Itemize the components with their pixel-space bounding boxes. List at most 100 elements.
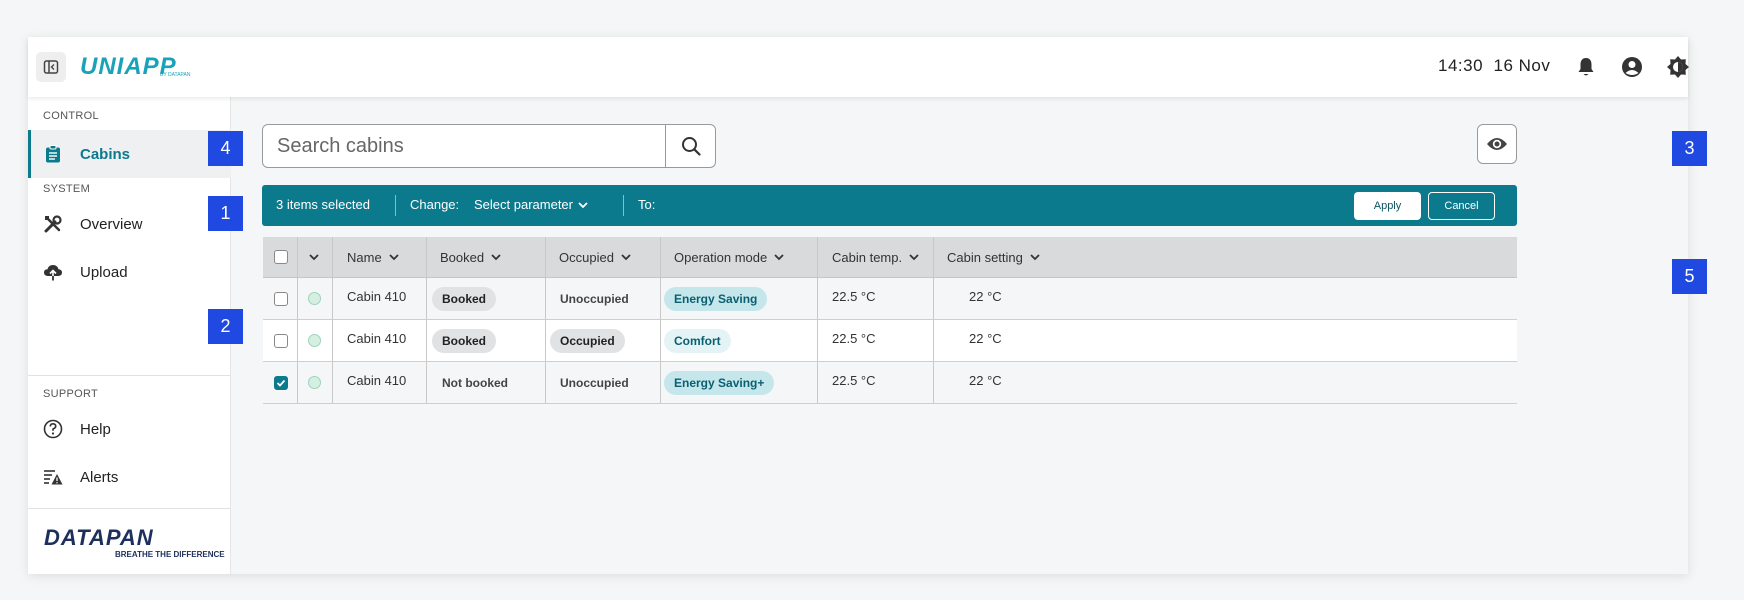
view-options-button[interactable] [1477, 124, 1517, 164]
column-divider [933, 237, 934, 277]
mode-badge: Comfort [664, 328, 731, 353]
chevron-down-icon [774, 254, 784, 261]
bell-icon [1578, 58, 1594, 76]
status-dot [308, 334, 321, 347]
column-header-cabin-setting[interactable]: Cabin setting [947, 237, 1041, 277]
search-button[interactable] [665, 124, 716, 168]
sidebar-item-help[interactable]: Help [28, 405, 231, 453]
column-header-label: Name [347, 249, 382, 265]
table-row[interactable]: Cabin 410 Booked Unoccupied Energy Savin… [263, 278, 1517, 320]
mode-badge: Energy Saving [664, 286, 768, 311]
table-row[interactable]: Cabin 410 Not booked Unoccupied Energy S… [263, 362, 1517, 404]
clock-time: 14:30 [1438, 56, 1484, 75]
booked-badge: Not booked [442, 375, 508, 390]
occupied-badge: Occupied [550, 328, 625, 353]
change-label: Change: [410, 197, 460, 212]
cabin-temp: 22.5 °C [832, 373, 876, 388]
cabin-setting: 22 °C [969, 373, 1002, 388]
column-header-occupied[interactable]: Occupied [559, 237, 632, 277]
table-header: Name Booked Occupied Operation mode Cabi… [263, 237, 1517, 278]
sidebar-divider [28, 508, 231, 509]
status-indicator [308, 278, 321, 319]
sidebar-item-label: Alerts [80, 468, 119, 486]
column-divider [426, 320, 427, 361]
column-divider [297, 237, 298, 277]
checkbox-box [274, 375, 288, 390]
cabin-name: Cabin 410 [347, 373, 407, 388]
sidebar-item-alerts[interactable]: Alerts [28, 453, 231, 501]
selection-count: 3 items selected [276, 197, 370, 212]
column-divider [545, 320, 546, 361]
cabin-setting: 22 °C [969, 331, 1002, 346]
row-checkbox[interactable] [274, 362, 288, 403]
notifications-button[interactable] [1573, 54, 1599, 80]
callout-marker: 2 [208, 309, 243, 344]
mode-cell: Energy Saving+ [664, 362, 775, 403]
cabin-setting: 22 °C [969, 289, 1002, 304]
clock-date: 16 Nov [1493, 56, 1551, 75]
column-header-cabin-temp[interactable]: Cabin temp. [832, 237, 920, 277]
sidebar-item-cabins[interactable]: Cabins [28, 130, 231, 178]
help-icon [42, 418, 64, 440]
status-dot [308, 376, 321, 389]
sidebar-toggle-button[interactable] [36, 52, 66, 82]
sidebar-item-label: Overview [80, 215, 143, 233]
column-divider [660, 362, 661, 403]
sidebar-item-upload[interactable]: Upload [28, 248, 231, 296]
cancel-button[interactable]: Cancel [1428, 192, 1495, 220]
section-label-system: SYSTEM [43, 183, 91, 195]
column-header-booked[interactable]: Booked [440, 237, 502, 277]
bulk-action-bar: 3 items selected Change: Select paramete… [262, 185, 1517, 226]
sidebar-collapse-icon [43, 60, 59, 74]
booked-badge: Booked [432, 328, 497, 353]
chevron-down-icon [1030, 254, 1040, 261]
occupied-cell: Unoccupied [550, 362, 639, 403]
search-field[interactable] [262, 124, 666, 168]
column-divider [817, 320, 818, 361]
occupied-cell: Occupied [550, 320, 625, 361]
column-divider [426, 237, 427, 277]
occupied-cell: Unoccupied [550, 278, 639, 319]
apply-button[interactable]: Apply [1354, 192, 1421, 220]
column-divider [933, 320, 934, 361]
theme-toggle-button[interactable] [1665, 54, 1691, 80]
app-logo-sub: BY DATAPAN [160, 72, 191, 78]
status-indicator [308, 320, 321, 361]
column-divider [297, 320, 298, 361]
search-icon [681, 137, 701, 156]
cabin-name: Cabin 410 [347, 331, 407, 346]
cabin-name: Cabin 410 [347, 289, 407, 304]
booked-cell: Booked [432, 320, 497, 361]
parameter-select[interactable]: Select parameter [474, 197, 589, 212]
action-divider [623, 195, 624, 216]
account-button[interactable] [1619, 54, 1645, 80]
sidebar-item-overview[interactable]: Overview [28, 200, 231, 248]
row-checkbox[interactable] [274, 320, 288, 361]
sidebar-item-label: Upload [80, 263, 128, 281]
column-divider [297, 278, 298, 319]
expand-all-toggle[interactable] [308, 237, 320, 277]
chevron-down-icon [389, 254, 399, 261]
callout-marker: 5 [1672, 259, 1707, 294]
chevron-down-icon [309, 254, 319, 261]
app-window: UNIAPP BY DATAPAN 14:30 16 Nov CONTROL C… [28, 37, 1691, 574]
column-header-operation-mode[interactable]: Operation mode [674, 237, 785, 277]
column-header-name[interactable]: Name [347, 237, 400, 277]
eye-icon [1487, 138, 1507, 150]
column-header-label: Cabin setting [947, 249, 1023, 265]
column-divider [426, 362, 427, 403]
column-divider [545, 237, 546, 277]
checkmark-icon [276, 379, 286, 387]
search-input[interactable] [263, 125, 665, 167]
brand-tagline: BREATHE THE DIFFERENCE [115, 550, 225, 559]
chevron-down-icon [621, 254, 631, 261]
user-icon [1622, 57, 1642, 77]
top-bar: UNIAPP BY DATAPAN 14:30 16 Nov [28, 37, 1691, 97]
row-checkbox[interactable] [274, 278, 288, 319]
clipboard-icon [42, 143, 64, 165]
select-all-checkbox[interactable] [274, 237, 288, 277]
table-row[interactable]: Cabin 410 Booked Occupied Comfort 22.5 °… [263, 320, 1517, 362]
column-divider [332, 362, 333, 403]
status-dot [308, 292, 321, 305]
column-divider [660, 278, 661, 319]
